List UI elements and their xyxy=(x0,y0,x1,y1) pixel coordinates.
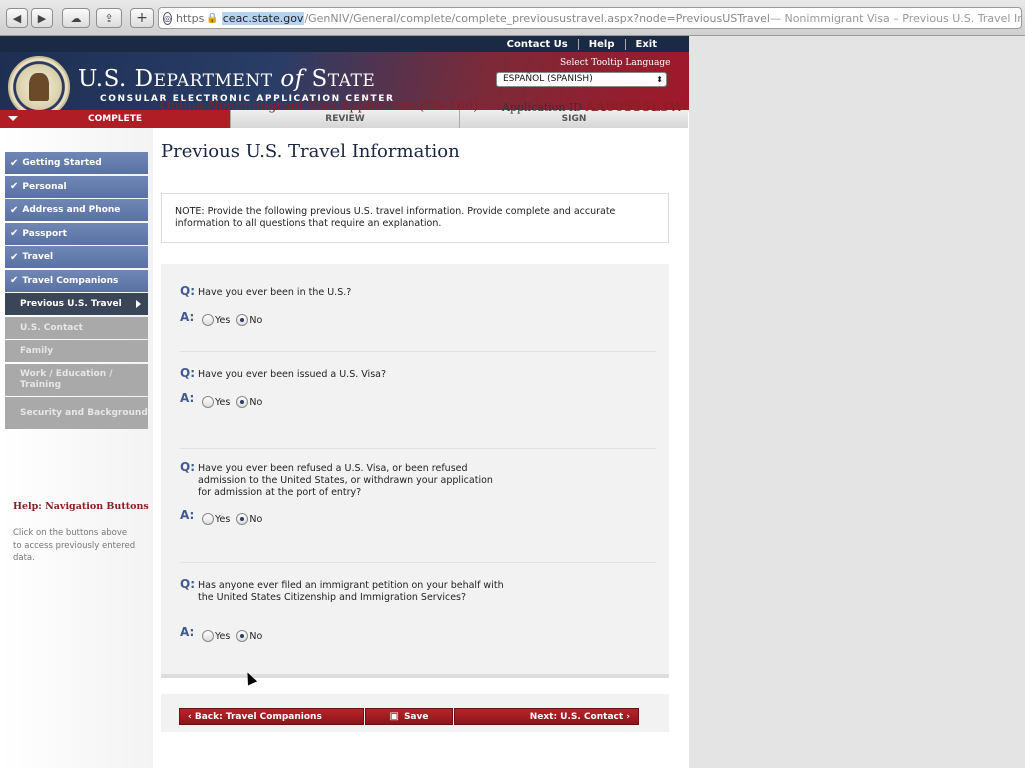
checkmark-icon: ✔ xyxy=(10,251,19,263)
answer-label: A: xyxy=(180,310,195,324)
question-4: Q: Has anyone ever filed an immigrant pet… xyxy=(180,577,504,603)
tooltip-language-label: Select Tooltip Language xyxy=(560,58,671,68)
sidebar-item-work-education: Work / Education / Training xyxy=(5,363,148,396)
radio-no-2[interactable] xyxy=(236,396,249,408)
exit-link[interactable]: Exit xyxy=(624,38,668,50)
sidebar-item-previous-us-travel[interactable]: Previous U.S. Travel xyxy=(5,293,148,315)
sidebar-item-security-background: Security and Background xyxy=(5,397,148,429)
radio-yes-4[interactable] xyxy=(202,630,214,642)
application-id: Application ID AA00555L3W xyxy=(502,100,684,115)
back-button[interactable]: ‹ Back: Travel Companions xyxy=(179,708,364,725)
divider xyxy=(180,562,656,563)
save-button[interactable]: ▣ Save xyxy=(365,708,453,725)
questions-panel: Q: Have you ever been in the U.S.? A: Yes… xyxy=(161,264,669,678)
sidebar-item-us-contact: U.S. Contact xyxy=(5,316,148,339)
question-1: Q: Have you ever been in the U.S.? xyxy=(180,284,352,298)
address-bar[interactable]: ◎ https 🔒 ceac.state.gov /GenNIV/General… xyxy=(158,7,1022,29)
answer-3: Yes No xyxy=(202,513,268,525)
radio-no-4[interactable] xyxy=(236,630,249,642)
divider xyxy=(180,448,656,449)
contact-us-link[interactable]: Contact Us xyxy=(497,39,578,50)
radio-yes-1[interactable] xyxy=(202,314,214,326)
empty-window-area xyxy=(689,36,1025,768)
divider xyxy=(180,351,656,352)
sidebar-item-address-phone[interactable]: ✔ Address and Phone xyxy=(5,199,148,221)
answer-4: Yes No xyxy=(202,630,268,642)
url-scheme: https xyxy=(175,11,205,25)
select-arrows-icon: ⬍ xyxy=(656,75,663,84)
sidebar-item-getting-started[interactable]: ✔ Getting Started xyxy=(5,152,148,174)
lock-icon: 🔒 xyxy=(206,12,219,24)
language-select[interactable]: ESPAÑOL (SPANISH) ⬍ xyxy=(496,72,667,87)
sidebar-item-travel-companions[interactable]: ✔ Travel Companions xyxy=(5,269,148,292)
answer-label: A: xyxy=(180,391,195,405)
forward-arrow-icon[interactable]: ▶ xyxy=(31,8,53,28)
dropdown-triangle-icon xyxy=(8,116,18,121)
sidebar-item-personal[interactable]: ✔ Personal xyxy=(5,175,148,198)
share-icon[interactable]: ⇪ xyxy=(96,8,122,28)
next-button[interactable]: Next: U.S. Contact › xyxy=(454,708,639,725)
back-arrow-icon[interactable]: ◀ xyxy=(6,8,28,28)
checkmark-icon: ✔ xyxy=(10,157,19,169)
cloud-icon[interactable]: ☁ xyxy=(62,8,90,28)
radio-no-1[interactable] xyxy=(236,314,249,326)
help-title: Help: Navigation Buttons xyxy=(13,501,149,512)
page-title-in-url: — Nonimmigrant Visa – Previous U.S. Trav… xyxy=(769,11,1021,25)
radio-yes-3[interactable] xyxy=(202,513,214,525)
checkmark-icon: ✔ xyxy=(10,181,19,192)
sidebar-item-passport[interactable]: ✔ Passport xyxy=(5,222,148,245)
page-title: Previous U.S. Travel Information xyxy=(161,141,460,162)
checkmark-icon: ✔ xyxy=(10,204,19,216)
url-host: ceac.state.gov xyxy=(221,11,305,25)
url-path: /GenNIV/General/complete/complete_previo… xyxy=(304,11,770,25)
answer-label: A: xyxy=(180,508,195,522)
answer-label: A: xyxy=(180,625,195,639)
browser-toolbar: ◀ ▶ ☁ ⇪ + ◎ https 🔒 ceac.state.gov /GenN… xyxy=(0,0,1025,36)
state-department-seal-icon xyxy=(8,56,70,110)
form-navigation-bar: ‹ Back: Travel Companions ▣ Save Next: U.… xyxy=(161,694,669,732)
radio-no-3[interactable] xyxy=(236,513,249,525)
checkmark-icon: ✔ xyxy=(10,275,19,286)
answer-1: Yes No xyxy=(202,314,268,326)
department-name: U.S. DEPARTMENT of STATE xyxy=(78,66,376,92)
sidebar-item-travel[interactable]: ✔ Travel xyxy=(5,246,148,268)
question-3: Q: Have you ever been refused a U.S. Visa… xyxy=(180,460,493,498)
help-text: Click on the buttons above to access pre… xyxy=(13,528,136,563)
application-title: Online Nonimmigrant Visa Application (DS… xyxy=(160,99,479,114)
top-links: Contact Us Help Exit xyxy=(0,36,689,52)
help-link[interactable]: Help xyxy=(577,38,625,50)
side-navigation: ✔ Getting Started ✔ Personal ✔ Address and … xyxy=(5,152,148,431)
question-2: Q: Have you ever been issued a U.S. Visa? xyxy=(180,366,387,380)
checkmark-icon: ✔ xyxy=(10,228,19,239)
radio-yes-2[interactable] xyxy=(202,396,214,408)
site-seal-icon: ◎ xyxy=(163,11,172,25)
new-tab-icon[interactable]: + xyxy=(130,8,154,28)
answer-2: Yes No xyxy=(202,396,268,408)
sidebar-item-family: Family xyxy=(5,340,148,362)
disk-icon: ▣ xyxy=(389,711,399,722)
note-box: NOTE: Provide the following previous U.S… xyxy=(161,193,669,243)
